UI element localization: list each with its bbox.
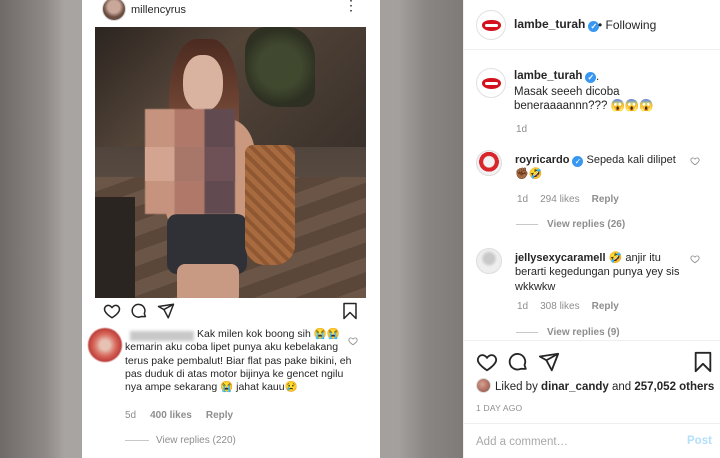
- author-username-link[interactable]: lambe_turah ✓: [514, 17, 600, 32]
- embedded-view-replies: View replies (220): [125, 435, 236, 446]
- author-avatar[interactable]: [476, 10, 506, 40]
- author-username[interactable]: lambe_turah: [514, 17, 585, 31]
- more-icon: ⋮: [344, 0, 358, 13]
- view-replies-button[interactable]: View replies (26): [516, 219, 625, 230]
- comment-text: jellysexycaramell 🤣 anjir itu berarti ke…: [515, 251, 685, 294]
- embedded-post-header: millencyrus ⋮: [82, 0, 380, 24]
- likes-conj: and: [612, 381, 632, 393]
- post-side-panel: lambe_turah ✓ • Following lambe_turah ✓ . …: [463, 0, 720, 458]
- comment-likes[interactable]: 294 likes: [540, 194, 579, 205]
- likes-summary: Liked by dinar_candy and 257,052 others: [476, 378, 714, 393]
- embedded-avatar: [102, 0, 126, 21]
- comment-time[interactable]: 1d: [517, 194, 528, 205]
- censor-mosaic: [145, 147, 235, 181]
- embedded-comment-meta: 5d 400 likes Reply: [125, 410, 233, 421]
- commenter-avatar[interactable]: [476, 150, 502, 176]
- reply-button[interactable]: Reply: [592, 301, 619, 312]
- comment-input[interactable]: [476, 433, 666, 451]
- lips-logo-icon: [482, 78, 501, 89]
- post-image[interactable]: millencyrus ⋮ Kak milen kok boong sih 😭😭…: [0, 0, 463, 458]
- share-icon[interactable]: [538, 351, 560, 373]
- comment-time: 5d: [125, 410, 137, 421]
- separator: •: [598, 18, 603, 32]
- following-button[interactable]: Following: [606, 18, 657, 32]
- comment-likes[interactable]: 308 likes: [540, 301, 579, 312]
- heart-icon[interactable]: [476, 351, 498, 373]
- comment-time[interactable]: 1d: [517, 301, 528, 312]
- commenter-username[interactable]: royricardo: [515, 154, 569, 166]
- post-comment-button[interactable]: Post: [687, 435, 712, 447]
- like-comment-heart-icon[interactable]: [690, 254, 700, 264]
- embedded-actions: [82, 300, 380, 322]
- reply-label: Reply: [205, 410, 234, 421]
- embedded-screenshot: millencyrus ⋮ Kak milen kok boong sih 😭😭…: [82, 0, 380, 458]
- likes-count[interactable]: 257,052 others: [634, 381, 714, 393]
- heart-icon: [103, 304, 121, 319]
- caption-avatar[interactable]: [476, 68, 506, 98]
- heart-icon: [348, 337, 358, 346]
- commenter-username[interactable]: jellysexycaramell: [515, 252, 606, 264]
- caption-time[interactable]: 1d: [516, 124, 527, 135]
- like-comment-heart-icon[interactable]: [690, 156, 700, 166]
- photo-bag: [245, 145, 295, 265]
- photo-face: [183, 55, 223, 111]
- comment-meta: 1d 294 likes Reply: [517, 194, 631, 205]
- comment-icon[interactable]: [507, 351, 529, 373]
- add-comment-bar: Post: [464, 423, 720, 458]
- likes-prefix: Liked by: [495, 381, 538, 393]
- bookmark-icon[interactable]: [692, 351, 714, 373]
- embedded-photo: [95, 27, 366, 298]
- post-header: lambe_turah ✓ • Following: [464, 0, 720, 50]
- embedded-comment-text: Kak milen kok boong sih 😭😭 kemarin aku c…: [125, 328, 352, 394]
- commenter-avatar[interactable]: [476, 248, 502, 274]
- photo-counter: [95, 197, 135, 298]
- embedded-comment-avatar: [88, 328, 122, 362]
- bookmark-icon: [343, 302, 357, 320]
- comment-likes: 400 likes: [150, 410, 192, 421]
- embedded-username: millencyrus: [131, 4, 187, 16]
- liker-username[interactable]: dinar_candy: [541, 381, 609, 393]
- liker-avatar[interactable]: [476, 378, 491, 393]
- comment-icon: [131, 303, 147, 318]
- following-status[interactable]: • Following: [598, 18, 656, 32]
- photo-legs: [177, 264, 239, 298]
- comment-text: royricardo ✓ Sepeda kali dilipet ✊🏾🤣: [515, 153, 685, 182]
- verified-badge-icon: ✓: [572, 156, 584, 167]
- share-icon: [157, 303, 175, 319]
- view-replies-button[interactable]: View replies (9): [516, 327, 620, 338]
- post-timestamp[interactable]: 1 DAY AGO: [476, 403, 522, 413]
- post-actions-section: Liked by dinar_candy and 257,052 others …: [464, 340, 720, 458]
- lips-logo-icon: [482, 20, 501, 31]
- reply-button[interactable]: Reply: [592, 194, 619, 205]
- comment-meta: 1d 308 likes Reply: [517, 301, 631, 312]
- caption-text: . Masak seeeh dicoba beneraaaannn??? 😱😱😱: [514, 71, 654, 112]
